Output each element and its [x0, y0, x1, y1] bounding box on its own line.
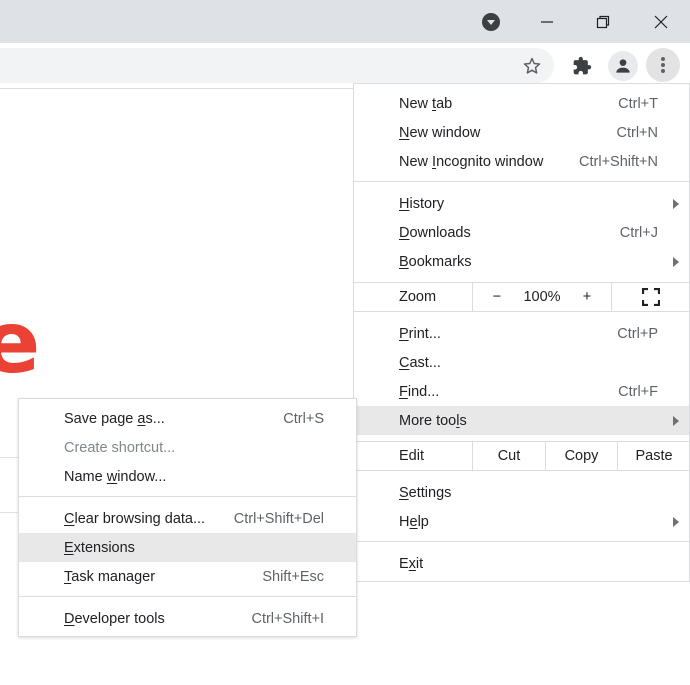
cut-button[interactable]: Cut — [473, 442, 545, 470]
shortcut: Shift+Esc — [262, 568, 324, 585]
menu-item-developer-tools[interactable]: Developer tools Ctrl+Shift+I — [19, 604, 356, 633]
fullscreen-icon — [642, 288, 660, 306]
menu-item-extensions[interactable]: Extensions — [19, 533, 356, 562]
zoom-in-button[interactable]: + — [572, 283, 602, 311]
menu-item-find[interactable]: Find... Ctrl+F — [354, 377, 689, 406]
minimize-icon — [541, 20, 553, 23]
menu-item-history[interactable]: History — [354, 189, 689, 218]
zoom-label: Zoom — [399, 289, 437, 305]
menu-item-new-tab[interactable]: New tab Ctrl+T — [354, 89, 689, 118]
menu-separator — [354, 181, 689, 182]
tab-search-button[interactable] — [468, 0, 514, 43]
menu-item-create-shortcut: Create shortcut... — [64, 439, 176, 456]
fullscreen-button[interactable] — [612, 283, 690, 311]
copy-button[interactable]: Copy — [546, 442, 617, 470]
close-icon — [654, 15, 668, 28]
address-bar[interactable] — [0, 48, 554, 83]
puzzle-icon — [573, 56, 592, 75]
star-icon — [523, 57, 541, 74]
chrome-main-menu: New tab Ctrl+T New window Ctrl+N New Inc… — [353, 83, 690, 582]
shortcut: Ctrl+S — [283, 410, 324, 427]
shortcut: Ctrl+J — [619, 224, 658, 241]
menu-item-name-window[interactable]: Name window... — [19, 462, 356, 491]
restore-button[interactable] — [580, 0, 626, 43]
submenu-arrow-icon — [673, 516, 679, 527]
menu-separator — [354, 541, 689, 542]
zoom-out-button[interactable]: − — [482, 283, 512, 311]
menu-separator — [19, 496, 356, 497]
profile-button[interactable] — [608, 51, 638, 81]
zoom-level: 100% — [523, 289, 561, 305]
edit-row: Edit Cut Copy Paste — [354, 441, 689, 471]
title-bar — [0, 0, 690, 43]
shortcut: Ctrl+N — [616, 124, 659, 141]
menu-item-new-window[interactable]: New window Ctrl+N — [354, 118, 689, 147]
close-button[interactable] — [638, 0, 684, 43]
menu-item-downloads[interactable]: Downloads Ctrl+J — [354, 218, 689, 247]
submenu-arrow-icon — [673, 256, 679, 267]
menu-item-save-page-as[interactable]: Save page as... Ctrl+S — [19, 404, 356, 433]
search-box-edge — [0, 457, 20, 513]
shortcut: Ctrl+Shift+Del — [233, 510, 324, 527]
submenu-arrow-icon — [673, 415, 679, 426]
menu-item-help[interactable]: Help — [354, 507, 689, 536]
bookmark-button[interactable] — [518, 52, 546, 80]
menu-separator — [19, 596, 356, 597]
menu-item-bookmarks[interactable]: Bookmarks — [354, 247, 689, 276]
shortcut: Ctrl+T — [618, 95, 658, 112]
shortcut: Ctrl+Shift+I — [251, 610, 324, 627]
menu-item-clear-browsing-data[interactable]: Clear browsing data... Ctrl+Shift+Del — [19, 504, 356, 533]
more-tools-submenu: Save page as... Ctrl+S Create shortcut..… — [18, 398, 357, 637]
menu-item-settings[interactable]: Settings — [354, 478, 689, 507]
kebab-menu-icon — [661, 57, 665, 73]
menu-item-new-incognito-window[interactable]: New Incognito window Ctrl+Shift+N — [354, 147, 689, 176]
extensions-button[interactable] — [568, 52, 596, 80]
minimize-button[interactable] — [524, 0, 570, 43]
paste-button[interactable]: Paste — [618, 442, 690, 470]
chrome-menu-button[interactable] — [646, 48, 680, 82]
zoom-divider — [472, 283, 473, 311]
menu-item-cast[interactable]: Cast... — [354, 348, 689, 377]
menu-item-print[interactable]: Print... Ctrl+P — [354, 319, 689, 348]
edit-label: Edit — [399, 448, 424, 464]
tab-search-dropdown-icon — [482, 12, 500, 31]
shortcut: Ctrl+P — [617, 325, 658, 342]
zoom-row: Zoom − 100% + — [354, 282, 689, 312]
menu-item-task-manager[interactable]: Task manager Shift+Esc — [19, 562, 356, 591]
shortcut: Ctrl+Shift+N — [579, 153, 658, 170]
logo-fragment: e — [0, 293, 41, 393]
submenu-arrow-icon — [673, 198, 679, 209]
profile-icon — [616, 59, 630, 73]
shortcut: Ctrl+F — [618, 383, 658, 400]
restore-icon — [596, 15, 610, 28]
menu-item-exit[interactable]: Exit — [354, 549, 689, 578]
menu-item-more-tools[interactable]: More tools — [354, 406, 689, 435]
